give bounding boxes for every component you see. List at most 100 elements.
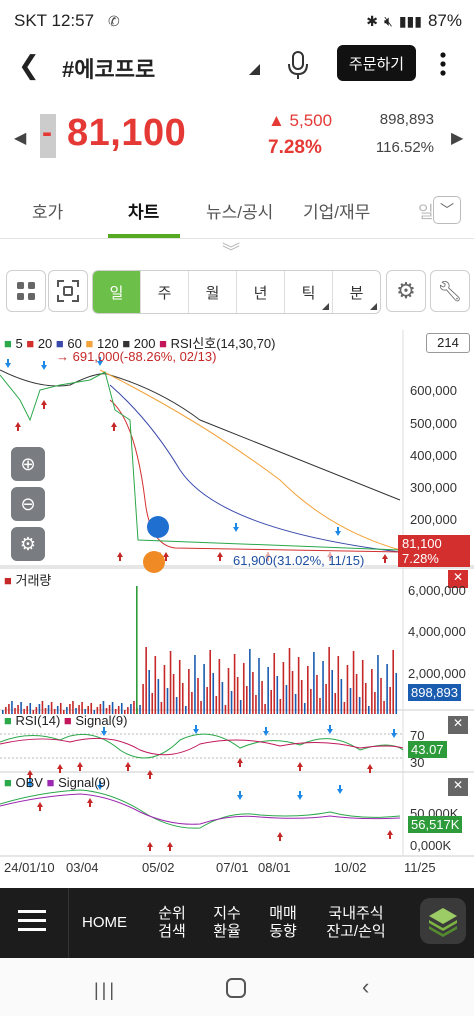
volume-bar	[349, 688, 352, 714]
order-button[interactable]: 주문하기	[337, 45, 416, 81]
period-week[interactable]: 주	[141, 271, 189, 313]
ma200-line	[0, 369, 401, 501]
nav-balance[interactable]: 국내주식 잔고/손익	[316, 905, 396, 941]
price-sign: -	[42, 116, 52, 149]
stock-chart[interactable]	[0, 330, 474, 878]
volume-bar	[340, 679, 343, 714]
nav-trading-trend[interactable]: 매매 동향	[263, 905, 303, 941]
tab-company[interactable]: 기업/재무	[303, 198, 370, 223]
status-time: SKT 12:57	[14, 11, 95, 30]
volume-bar	[288, 648, 291, 714]
tab-orderbook[interactable]: 호가	[32, 198, 63, 223]
buy-signal-arrow	[41, 400, 47, 409]
nav-index[interactable]: 지수 환율	[207, 905, 247, 941]
volume-bar	[136, 586, 138, 714]
volume-bar	[188, 669, 190, 714]
stock-title[interactable]: #에코프로	[62, 52, 155, 84]
chart-area[interactable]: ■ 5 ■ 20 ■ 60 ■ 120 ■ 200 ■ RSI신호(14,30,…	[0, 330, 474, 878]
volume-bar	[239, 700, 242, 714]
volume-bar	[181, 683, 184, 714]
mic-icon[interactable]	[284, 50, 312, 80]
volume-bar	[270, 690, 272, 714]
volume-bar	[142, 684, 144, 714]
zoom-in-button[interactable]: ⊕	[11, 447, 45, 481]
sell-signal-arrow	[297, 791, 303, 800]
volume-bar	[206, 687, 208, 714]
sell-signal-arrow	[335, 527, 341, 536]
chart-settings-button[interactable]: ⚙	[386, 270, 426, 312]
recent-apps-icon[interactable]: |||	[94, 980, 117, 1001]
tab-news[interactable]: 뉴스/공시	[206, 198, 273, 223]
layers-button[interactable]	[420, 898, 466, 944]
volume-bar	[291, 671, 294, 714]
mute-icon: 🔇︎	[384, 12, 393, 29]
volume-bar	[178, 660, 181, 714]
ma5-line	[0, 371, 401, 551]
volume-axis-label: 2,000,000	[408, 666, 466, 681]
high-price-note: → 691,000(-88.26%, 02/13)	[56, 349, 217, 364]
volume-bar	[285, 685, 288, 714]
price-axis-label: 400,000	[410, 448, 457, 463]
volume-bar	[224, 705, 227, 714]
volume-bar	[300, 680, 303, 714]
prev-stock-icon[interactable]: ◀	[14, 128, 26, 148]
tabs-expand-button[interactable]: ﹀	[433, 196, 461, 224]
volume-bar	[261, 681, 263, 714]
volume-bar	[294, 694, 297, 714]
back-nav-icon[interactable]: ‹	[362, 974, 369, 1000]
gear-icon: ⚙	[396, 278, 416, 303]
menu-icon[interactable]	[18, 910, 46, 931]
buy-signal-arrow	[117, 552, 123, 561]
next-stock-icon[interactable]: ▶	[451, 128, 463, 148]
layout-grid-button[interactable]	[6, 270, 46, 312]
close-obv-icon[interactable]: ✕	[448, 778, 468, 796]
tab-chart[interactable]: 차트	[128, 198, 159, 223]
buy-signal-arrow	[37, 802, 43, 811]
title-dropdown-icon[interactable]	[249, 64, 260, 75]
candle-count[interactable]: 214	[426, 333, 470, 353]
period-year[interactable]: 년	[237, 271, 285, 313]
volume-bar	[316, 675, 318, 714]
volume-bar	[227, 668, 230, 714]
volume-bar	[313, 652, 315, 714]
nav-home[interactable]: HOME	[82, 914, 127, 932]
period-day[interactable]: 일	[93, 271, 141, 313]
expand-chevron-icon[interactable]: ︾	[222, 238, 240, 264]
volume-bar	[392, 650, 394, 714]
back-icon[interactable]: ❮	[18, 50, 40, 81]
legend-ma20: 20	[37, 336, 53, 351]
volume-bar	[325, 684, 327, 714]
buy-signal-arrow	[147, 842, 153, 851]
volume-bar	[255, 695, 257, 714]
chart-tools-button[interactable]: 🔧︎	[430, 270, 470, 312]
volume-bar	[246, 686, 248, 714]
chart-gear-button[interactable]: ⚙	[11, 527, 45, 561]
sell-signal-arrow	[237, 791, 243, 800]
tab-more[interactable]: 일	[418, 198, 434, 223]
buy-signal-arrow	[87, 798, 93, 807]
volume-bar	[252, 672, 254, 714]
more-icon[interactable]	[439, 51, 447, 77]
home-icon[interactable]	[226, 978, 246, 998]
volume-bar	[166, 688, 169, 714]
volume-bar	[230, 691, 233, 714]
period-month[interactable]: 월	[189, 271, 237, 313]
nav-ranking[interactable]: 순위 검색	[152, 905, 192, 941]
period-minute[interactable]: 분	[333, 271, 380, 313]
zoom-out-button[interactable]: ⊖	[11, 487, 45, 521]
buy-signal-arrow	[217, 552, 223, 561]
volume-bar	[389, 687, 391, 714]
volume-bar	[221, 682, 224, 714]
volume-bar	[267, 667, 269, 714]
volume-bar	[297, 657, 300, 714]
volume-bar	[212, 673, 215, 714]
obv-label: ■ OBV ■ Signal(9)	[4, 775, 111, 790]
close-rsi-icon[interactable]: ✕	[448, 716, 468, 734]
volume-bar	[334, 693, 337, 714]
volume-bar	[331, 670, 333, 714]
volume-bar	[358, 697, 361, 714]
fullscreen-button[interactable]	[48, 270, 88, 312]
period-tick[interactable]: 틱	[285, 271, 333, 313]
volume-bar	[169, 651, 172, 714]
ma120-line	[99, 369, 401, 551]
